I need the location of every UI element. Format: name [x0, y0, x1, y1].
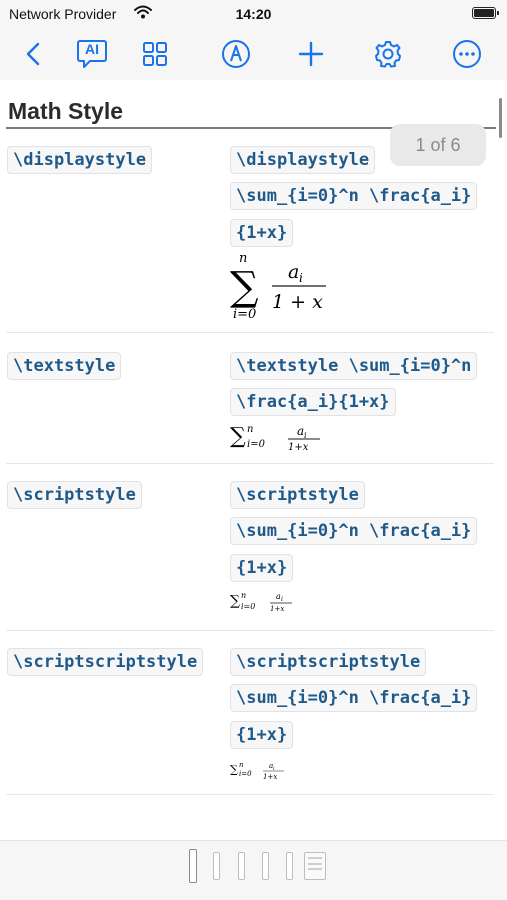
page-indicator: 1 of 6 — [390, 124, 486, 166]
add-button[interactable] — [293, 36, 329, 72]
row-divider — [6, 463, 494, 464]
rendered-formula: n ∑ i=0 a i 1 + x — [230, 248, 340, 324]
page-thumbnail[interactable] — [238, 852, 245, 880]
status-bar: Network Provider 14:20 — [0, 0, 507, 28]
sum-operator: ∑ — [230, 593, 240, 609]
sum-operator: ∑ — [230, 424, 246, 449]
rendered-formula: ∑ n i=0 a i 1+x — [230, 588, 310, 618]
example-code-line: \frac{a_i}{1+x} — [230, 388, 396, 416]
fraction-denominator: 1+x — [270, 605, 284, 613]
page-thumbnail[interactable] — [262, 852, 269, 880]
sum-upper: n — [239, 761, 244, 769]
command-code: \displaystyle — [7, 146, 153, 174]
command-code: \scriptscriptstyle — [7, 648, 204, 676]
sum-upper: n — [241, 591, 246, 600]
toolbar: AI — [0, 28, 507, 80]
sum-lower: i=0 — [247, 439, 266, 450]
chevron-left-icon — [26, 42, 40, 66]
more-button[interactable] — [449, 36, 485, 72]
example-code-line: {1+x} — [230, 721, 294, 749]
example-code-line: {1+x} — [230, 554, 294, 582]
fraction-denominator: 1 + x — [272, 291, 323, 313]
command-code: \textstyle — [7, 352, 122, 380]
pen-markup-icon — [222, 40, 250, 68]
command-code: \scriptstyle — [7, 481, 142, 509]
example-code-line: \scriptscriptstyle — [230, 648, 427, 676]
sum-lower: i=0 — [233, 307, 256, 322]
ai-button[interactable]: AI — [74, 36, 110, 72]
example-code-line: \textstyle \sum_{i=0}^n — [230, 352, 478, 380]
example-code-line: \sum_{i=0}^n \frac{a_i} — [230, 182, 478, 210]
sum-operator: ∑ — [230, 264, 259, 310]
example-code-line: \sum_{i=0}^n \frac{a_i} — [230, 517, 478, 545]
row-divider — [6, 794, 494, 795]
example-code-line: \displaystyle — [230, 146, 376, 174]
fraction-denominator: 1+x — [263, 773, 277, 781]
example-code-line: \sum_{i=0}^n \frac{a_i} — [230, 684, 478, 712]
page-thumbnail-current[interactable] — [189, 849, 197, 883]
rendered-formula: ∑ n i=0 a i 1+x — [230, 758, 310, 786]
row-divider — [6, 630, 494, 631]
page-thumbnail[interactable] — [213, 852, 220, 880]
page-thumbnail-bar — [0, 840, 507, 900]
grid-icon — [143, 42, 167, 66]
clock: 14:20 — [235, 6, 272, 22]
page-title: Math Style — [8, 98, 124, 124]
gear-icon — [375, 41, 401, 68]
fraction-numerator: a — [288, 261, 299, 283]
sum-upper: n — [247, 424, 253, 435]
sum-operator: ∑ — [230, 763, 238, 776]
fraction-denominator: 1+x — [288, 442, 309, 453]
battery-icon — [472, 7, 499, 19]
numerator-subscript: i — [299, 271, 303, 285]
row-divider — [6, 332, 494, 333]
numerator-subscript: i — [281, 596, 283, 603]
example-code-line: \scriptstyle — [230, 481, 365, 509]
back-button[interactable] — [16, 36, 52, 72]
rendered-formula: ∑ n i=0 a i 1+x — [230, 420, 330, 456]
document-view[interactable]: Math Style \displaystyle \displaystyle \… — [0, 80, 507, 840]
ellipsis-circle-icon — [453, 40, 481, 68]
markup-button[interactable] — [218, 36, 254, 72]
sum-lower: i=0 — [241, 602, 255, 611]
sum-lower: i=0 — [239, 770, 252, 778]
ai-label: AI — [85, 41, 99, 57]
grid-button[interactable] — [137, 36, 173, 72]
plus-icon — [298, 41, 324, 67]
page-thumbnail[interactable] — [286, 852, 293, 880]
scrollbar[interactable] — [499, 98, 502, 138]
settings-button[interactable] — [370, 36, 406, 72]
example-code-line: {1+x} — [230, 219, 294, 247]
page-thumbnail[interactable] — [304, 852, 326, 880]
